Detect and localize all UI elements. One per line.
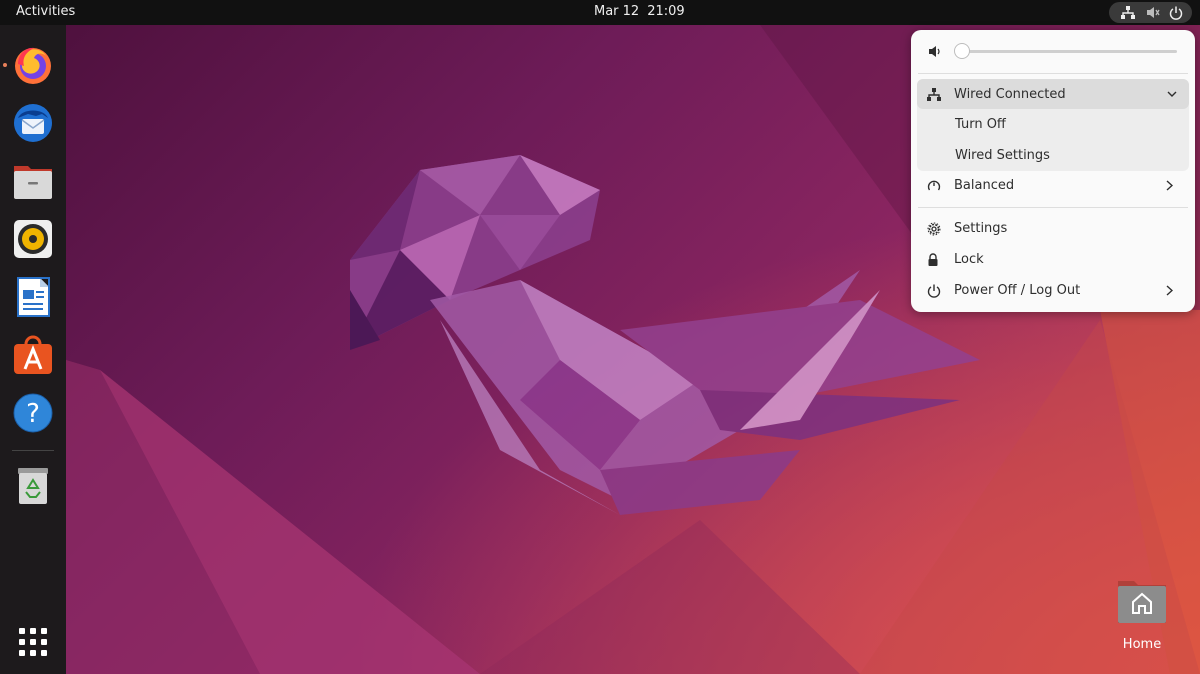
- dock-item-rhythmbox[interactable]: [12, 218, 54, 260]
- volume-slider-track[interactable]: [963, 50, 1177, 53]
- power-icon: [1169, 6, 1183, 20]
- power-off-item[interactable]: Power Off / Log Out: [911, 276, 1195, 306]
- lock-icon: [928, 253, 938, 266]
- dock-item-thunderbird[interactable]: [12, 102, 54, 144]
- home-label: Home: [1122, 637, 1162, 652]
- dock: ?: [0, 25, 66, 674]
- power-mode-label: Balanced: [954, 178, 1015, 193]
- menu-separator: [918, 73, 1188, 74]
- power-mode-icon: [927, 180, 941, 191]
- power-icon: [927, 284, 941, 298]
- wired-connected-label: Wired Connected: [954, 87, 1066, 102]
- firefox-icon: [15, 47, 51, 84]
- show-apps-button[interactable]: [12, 621, 54, 663]
- settings-label: Settings: [954, 221, 1008, 236]
- volume-muted-icon: [1147, 7, 1160, 18]
- wired-section: Wired Connected Turn Off Wired Settings: [917, 79, 1189, 171]
- svg-text:?: ?: [26, 399, 40, 429]
- dock-separator: [12, 450, 54, 451]
- chevron-right-icon: [1166, 180, 1173, 191]
- rhythmbox-icon: [14, 220, 52, 258]
- dock-item-firefox[interactable]: [3, 44, 54, 86]
- system-menu: Wired Connected Turn Off Wired Settings …: [911, 30, 1195, 312]
- clock-date: Mar 12: [594, 4, 640, 19]
- writer-icon: [17, 277, 50, 317]
- volume-row: [911, 30, 1195, 72]
- lock-label: Lock: [954, 252, 984, 267]
- turn-off-label: Turn Off: [955, 117, 1006, 132]
- system-status-area[interactable]: [1109, 2, 1192, 23]
- files-icon: [14, 166, 52, 199]
- thunderbird-icon: [14, 104, 52, 142]
- top-bar: Activities Mar 12 21:09: [0, 0, 1200, 25]
- home-folder-icon: [1118, 581, 1166, 623]
- lock-item[interactable]: Lock: [911, 245, 1195, 275]
- settings-item[interactable]: Settings: [911, 214, 1195, 244]
- volume-icon: [929, 46, 940, 57]
- menu-separator: [918, 207, 1188, 208]
- running-indicator: [3, 63, 7, 67]
- network-wired-icon: [1121, 6, 1135, 19]
- wired-connected-item[interactable]: Wired Connected: [917, 79, 1189, 109]
- turn-off-item[interactable]: Turn Off: [917, 110, 1189, 140]
- app-grid-icon: [19, 628, 47, 656]
- power-mode-item[interactable]: Balanced: [911, 171, 1195, 201]
- clock-time: 21:09: [647, 4, 685, 19]
- dock-item-trash[interactable]: [12, 464, 54, 506]
- chevron-down-icon: [1167, 91, 1177, 97]
- activities-button[interactable]: Activities: [16, 4, 75, 19]
- wired-settings-label: Wired Settings: [955, 148, 1050, 163]
- power-off-label: Power Off / Log Out: [954, 283, 1081, 298]
- gear-icon: [927, 222, 941, 236]
- dock-item-help[interactable]: ?: [12, 392, 54, 434]
- software-icon: [14, 335, 52, 374]
- desktop-home-folder[interactable]: Home: [1112, 577, 1172, 652]
- dock-item-writer[interactable]: [12, 276, 54, 318]
- wired-settings-item[interactable]: Wired Settings: [917, 141, 1189, 171]
- chevron-right-icon: [1166, 285, 1173, 296]
- volume-slider-knob[interactable]: [954, 43, 970, 59]
- network-wired-icon: [927, 88, 941, 101]
- help-icon: ?: [13, 393, 53, 433]
- clock[interactable]: Mar 12 21:09: [594, 4, 685, 19]
- dock-item-software[interactable]: [12, 334, 54, 376]
- trash-icon: [18, 468, 48, 504]
- dock-item-files[interactable]: [12, 160, 54, 202]
